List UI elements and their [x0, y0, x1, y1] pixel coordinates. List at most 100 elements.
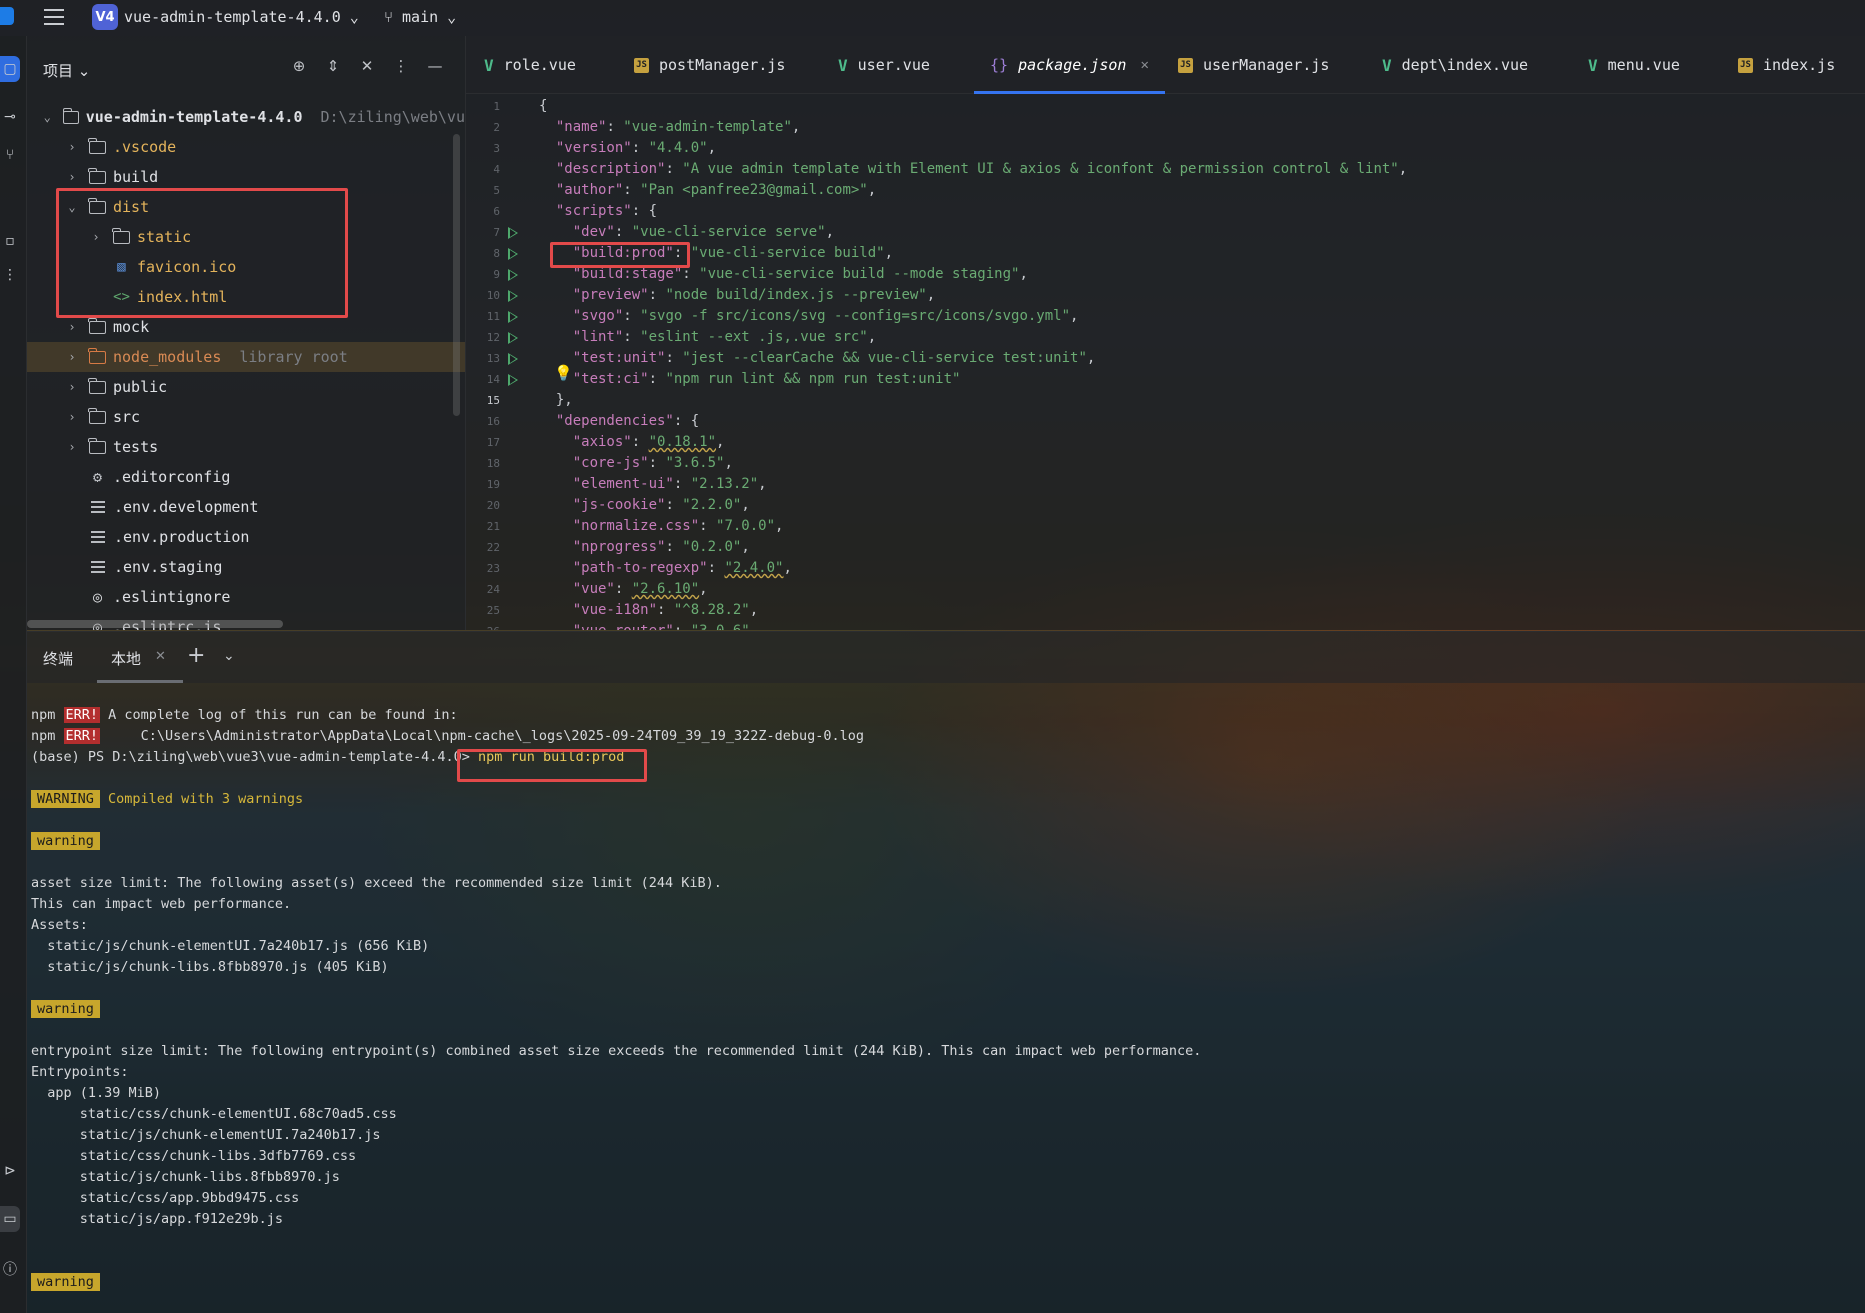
tree-item-src[interactable]: › src [27, 402, 465, 432]
tree-item-label: mock [113, 318, 150, 336]
close-tab-icon[interactable]: ✕ [1140, 57, 1148, 73]
more-tools-icon[interactable]: ⋮ [0, 262, 20, 288]
project-switcher[interactable]: vue-admin-template-4.4.0 ⌄ [124, 8, 359, 26]
tab-dept-index-vue[interactable]: Vdept\index.vue [1382, 36, 1528, 94]
tab-usermanager-js[interactable]: JS userManager.js [1178, 36, 1329, 94]
tree-root[interactable]: ⌄ vue-admin-template-4.4.0 D:\ziling\web… [27, 102, 465, 132]
chevron-right-icon[interactable]: › [65, 170, 79, 184]
tree-item-static[interactable]: › static [27, 222, 465, 252]
tab-role-vue[interactable]: Vrole.vue [484, 36, 576, 94]
run-script-icon[interactable] [508, 290, 518, 302]
tab-package-json[interactable]: {} package.json ✕ [974, 36, 1165, 94]
project-tool-icon[interactable]: ▢ [0, 56, 20, 82]
terminal-line: asset size limit: The following asset(s)… [31, 875, 722, 891]
terminal-tool-icon[interactable]: ▭ [0, 1206, 20, 1232]
line-number: 4 [493, 163, 500, 176]
terminal-line: This can impact web performance. [31, 896, 292, 912]
lightbulb-icon[interactable]: 💡 [554, 364, 573, 382]
tree-item-label: static [137, 228, 192, 246]
tree-item-index-html[interactable]: <> index.html [27, 282, 465, 312]
branch-switcher[interactable]: ⑂ main ⌄ [384, 8, 456, 26]
chevron-right-icon[interactable]: › [65, 380, 79, 394]
line-number: 11 [486, 310, 500, 323]
code-line: "name": "vue-admin-template", [539, 119, 801, 135]
tab-index-js[interactable]: JS index.js [1738, 36, 1835, 94]
collapse-all-icon[interactable]: ✕ [357, 56, 377, 76]
hide-panel-icon[interactable]: — [425, 56, 445, 76]
project-badge[interactable]: V4 [92, 4, 118, 30]
settings-file-icon: ⚙ [92, 468, 103, 486]
project-panel-scrollbar[interactable] [453, 134, 460, 416]
expand-all-icon[interactable]: ⇕ [323, 56, 343, 76]
tree-item-public[interactable]: › public [27, 372, 465, 402]
chevron-right-icon[interactable]: › [65, 140, 79, 154]
tree-item-node-modules[interactable]: › node_modules library root [27, 342, 465, 372]
run-script-icon[interactable] [508, 332, 518, 344]
options-icon[interactable]: ⋮ [391, 56, 411, 76]
json-icon: {} [990, 56, 1009, 74]
terminal-line: npm ERR! C:\Users\Administrator\AppData\… [31, 728, 865, 744]
project-panel-title[interactable]: 项目 ⌄ [43, 60, 90, 81]
chevron-right-icon[interactable]: › [65, 440, 79, 454]
tree-item-env-production[interactable]: .env.production [27, 522, 465, 552]
tree-item-env-staging[interactable]: .env.staging [27, 552, 465, 582]
chevron-right-icon[interactable]: › [65, 320, 79, 334]
new-terminal-icon[interactable]: + [187, 643, 205, 668]
vue-icon: V [1588, 55, 1598, 75]
terminal-title: 终端 [43, 650, 74, 668]
text-file-icon [91, 501, 105, 513]
tab-user-vue[interactable]: Vuser.vue [838, 36, 930, 94]
tree-item-dist[interactable]: ⌄ dist [27, 192, 465, 222]
close-terminal-tab-icon[interactable]: ✕ [155, 649, 166, 664]
git-tool-icon[interactable]: ⑂ [0, 142, 20, 168]
folder-icon [88, 317, 106, 334]
tree-item-label: .editorconfig [113, 468, 231, 486]
vue-icon: V [838, 55, 848, 75]
services-tool-icon[interactable]: ⊳ [0, 1158, 20, 1184]
tree-item-editorconfig[interactable]: ⚙ .editorconfig [27, 462, 465, 492]
tree-item-tests[interactable]: › tests [27, 432, 465, 462]
tree-item-favicon[interactable]: ▧ favicon.ico [27, 252, 465, 282]
code-line: "nprogress": "0.2.0", [539, 539, 750, 555]
code-line: "vue-router": "3.0.6" [539, 623, 750, 630]
terminal-dropdown-icon[interactable]: ⌄ [223, 648, 235, 664]
code-line: "js-cookie": "2.2.0", [539, 497, 750, 513]
tree-item-mock[interactable]: › mock [27, 312, 465, 342]
js-icon: JS [1178, 57, 1193, 73]
line-number: 10 [486, 289, 500, 302]
ide-logo-icon[interactable] [0, 7, 14, 25]
chevron-right-icon[interactable]: › [89, 230, 103, 244]
commit-tool-icon[interactable]: ⊸ [0, 104, 20, 130]
structure-tool-icon[interactable]: ▫ [0, 228, 20, 254]
project-panel-horizontal-scrollbar[interactable] [27, 620, 283, 628]
hamburger-menu-icon[interactable] [44, 9, 64, 25]
locate-file-icon[interactable]: ⊕ [289, 56, 309, 76]
tree-item-label: favicon.ico [137, 258, 237, 276]
code-line: "axios": "0.18.1", [539, 434, 725, 450]
code-line: "version": "4.4.0", [539, 140, 717, 156]
terminal-tab-local[interactable]: 本地 [111, 648, 141, 669]
js-icon: JS [634, 57, 649, 73]
line-number: 23 [486, 562, 500, 575]
chevron-right-icon[interactable]: › [65, 350, 79, 364]
run-script-icon[interactable] [508, 374, 518, 386]
terminal-line: static/js/chunk-libs.8fbb8970.js (405 Ki… [31, 959, 389, 975]
run-script-icon[interactable] [508, 269, 518, 281]
terminal-output[interactable]: npm ERR! A complete log of this run can … [27, 683, 1865, 1313]
problems-tool-icon[interactable]: ⓘ [0, 1256, 20, 1282]
run-script-icon[interactable] [508, 311, 518, 323]
run-script-icon[interactable] [508, 248, 518, 260]
run-script-icon[interactable] [508, 353, 518, 365]
project-panel: 项目 ⌄ ⊕ ⇕ ✕ ⋮ — ⌄ vue-admin-template-4.4.… [27, 36, 465, 630]
tree-item-env-development[interactable]: .env.development [27, 492, 465, 522]
run-script-icon[interactable] [508, 227, 518, 239]
tree-item-build[interactable]: › build [27, 162, 465, 192]
tab-menu-vue[interactable]: Vmenu.vue [1588, 36, 1680, 94]
tree-item-eslintignore[interactable]: ◎ .eslintignore [27, 582, 465, 612]
chevron-right-icon[interactable]: › [65, 410, 79, 424]
tab-postmanager-js[interactable]: JS postManager.js [634, 36, 785, 94]
chevron-down-icon[interactable]: ⌄ [41, 110, 53, 124]
chevron-down-icon[interactable]: ⌄ [65, 200, 79, 214]
code-editor[interactable]: 1 2 3 4 5 6 7 8 9 10 11 12 13 14 15 16 17 18 19 20 21 22 23 24 2… [466, 94, 1865, 630]
tree-item-vscode[interactable]: › .vscode [27, 132, 465, 162]
